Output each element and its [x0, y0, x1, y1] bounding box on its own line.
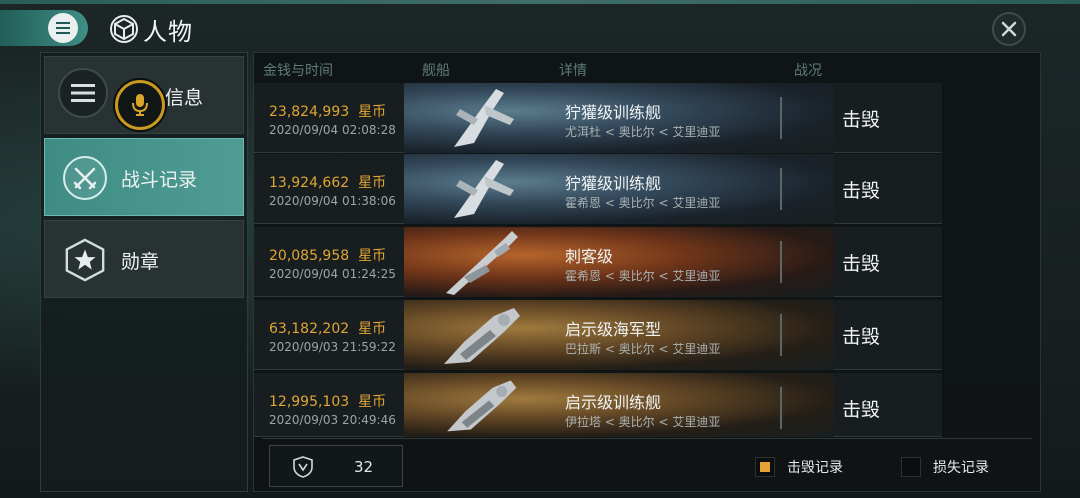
- hamburger-icon: [48, 13, 78, 43]
- result-text: 击毁: [842, 180, 881, 202]
- shield-icon: [293, 456, 313, 478]
- page-title: 人物: [143, 18, 193, 46]
- sidebar-item-medals[interactable]: 勋章: [44, 220, 244, 298]
- close-button[interactable]: [992, 12, 1026, 46]
- table-row[interactable]: 13,924,662 星币 2020/09/04 01:38:06 狞獾级训练舰…: [254, 154, 942, 224]
- ship-icon: [454, 89, 514, 147]
- ship-name: 启示级海军型: [565, 320, 662, 339]
- column-header-status: 战况: [794, 63, 822, 79]
- result-text: 击毁: [842, 109, 881, 131]
- footer-divider: [262, 438, 1032, 439]
- legend-loss-toggle[interactable]: 损失记录: [901, 457, 989, 477]
- column-header-ship: 舰船: [422, 63, 450, 79]
- divider: [780, 97, 782, 139]
- battle-record-panel: 金钱与时间 舰船 详情 战况 23,824,993 星币 2020/09/04 …: [253, 52, 1041, 492]
- timestamp-text: 2020/09/04 02:08:28: [269, 123, 396, 137]
- kill-legend-swatch: [755, 457, 775, 477]
- result-text: 击毁: [842, 253, 881, 275]
- table-row[interactable]: 20,085,958 星币 2020/09/04 01:24:25 刺客级 霍希…: [254, 227, 942, 297]
- sidebar-item-battle-record[interactable]: 战斗记录: [44, 138, 244, 216]
- main-menu-button[interactable]: [0, 10, 88, 46]
- divider: [780, 168, 782, 210]
- divider: [780, 241, 782, 283]
- ship-name: 狞獾级训练舰: [565, 103, 662, 122]
- location-text: 伊拉塔 < 奥比尔 < 艾里迪亚: [565, 415, 721, 429]
- amount-text: 13,924,662 星币: [269, 175, 387, 191]
- result-text: 击毁: [842, 399, 881, 421]
- location-text: 霍希恩 < 奥比尔 < 艾里迪亚: [565, 196, 721, 210]
- cube-icon: [109, 14, 139, 44]
- legend-label: 击毁记录: [787, 460, 843, 476]
- ship-icon: [454, 160, 514, 218]
- microphone-icon: [132, 94, 148, 116]
- sidebar-item-label: 勋章: [121, 251, 160, 273]
- timestamp-text: 2020/09/03 21:59:22: [269, 340, 396, 354]
- legend-label: 损失记录: [933, 460, 989, 476]
- table-row[interactable]: 12,995,103 星币 2020/09/03 20:49:46 启示级训练舰…: [254, 373, 942, 437]
- ship-name: 刺客级: [565, 247, 614, 266]
- column-header-money-time: 金钱与时间: [263, 63, 333, 79]
- amount-text: 12,995,103 星币: [269, 394, 387, 410]
- amount-text: 63,182,202 星币: [269, 321, 387, 337]
- timestamp-text: 2020/09/03 20:49:46: [269, 413, 396, 427]
- amount-text: 20,085,958 星币: [269, 248, 387, 264]
- location-text: 巴拉斯 < 奥比尔 < 艾里迪亚: [565, 342, 721, 356]
- ship-name: 启示级训练舰: [565, 393, 662, 412]
- timestamp-text: 2020/09/04 01:38:06: [269, 194, 396, 208]
- amount-text: 23,824,993 星币: [269, 104, 387, 120]
- sidebar-toggle-button[interactable]: [58, 68, 108, 118]
- table-row[interactable]: 23,824,993 星币 2020/09/04 02:08:28 狞獾级训练舰…: [254, 83, 942, 153]
- sidebar-item-label: 信息: [165, 87, 204, 109]
- crossed-swords-icon: [63, 156, 107, 200]
- table-row[interactable]: 63,182,202 星币 2020/09/03 21:59:22 启示级海军型…: [254, 300, 942, 370]
- timestamp-text: 2020/09/04 01:24:25: [269, 267, 396, 281]
- divider: [780, 387, 782, 429]
- location-text: 霍希恩 < 奥比尔 < 艾里迪亚: [565, 269, 721, 283]
- close-icon: [1001, 21, 1017, 37]
- sidebar-item-label: 战斗记录: [121, 169, 198, 191]
- divider: [780, 314, 782, 356]
- ship-name: 狞獾级训练舰: [565, 174, 662, 193]
- ship-icon: [446, 231, 518, 295]
- voice-chat-button[interactable]: [115, 80, 165, 130]
- loss-legend-swatch: [901, 457, 921, 477]
- kill-count: 32: [354, 458, 374, 476]
- result-text: 击毁: [842, 326, 881, 348]
- kill-count-box: 32: [269, 445, 403, 487]
- star-badge-icon: [63, 238, 107, 282]
- ship-icon: [444, 308, 520, 364]
- hamburger-icon: [71, 84, 95, 102]
- top-accent-bar: [0, 0, 1080, 4]
- ship-icon: [447, 380, 517, 432]
- location-text: 尤洱杜 < 奥比尔 < 艾里迪亚: [565, 125, 721, 139]
- column-header-details: 详情: [559, 63, 587, 79]
- legend-kill-toggle[interactable]: 击毁记录: [755, 457, 843, 477]
